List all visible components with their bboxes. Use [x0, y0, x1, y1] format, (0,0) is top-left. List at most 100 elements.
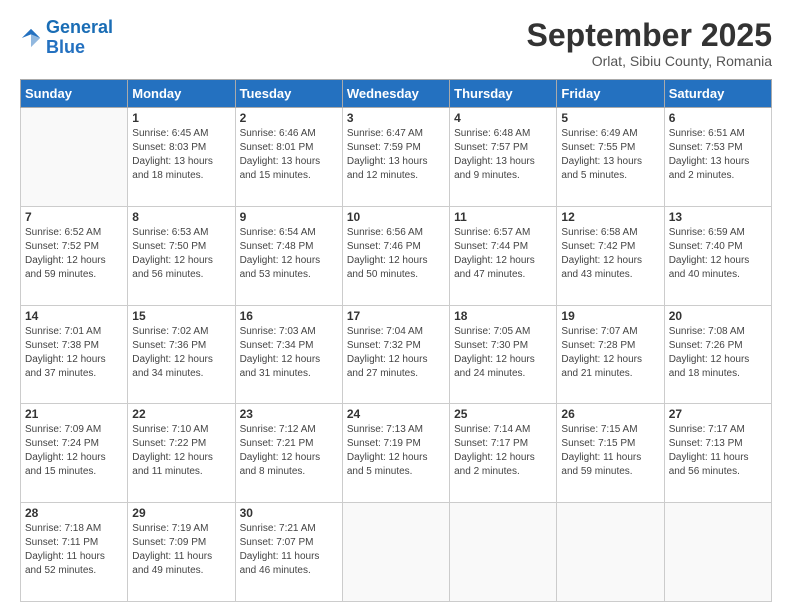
calendar-week-row: 28Sunrise: 7:18 AMSunset: 7:11 PMDayligh…	[21, 503, 772, 602]
calendar-week-row: 1 Sunrise: 6:45 AMSunset: 8:03 PMDaylight…	[21, 108, 772, 207]
calendar-cell: 12Sunrise: 6:58 AMSunset: 7:42 PMDayligh…	[557, 206, 664, 305]
calendar-cell: 7Sunrise: 6:52 AMSunset: 7:52 PMDaylight…	[21, 206, 128, 305]
calendar-cell: 15 Sunrise: 7:02 AMSunset: 7:36 PMDayligh…	[128, 305, 235, 404]
day-info: Sunrise: 6:46 AMSunset: 8:01 PMDaylight:…	[240, 127, 338, 183]
day-number: 23	[240, 407, 338, 421]
day-number: 4	[454, 111, 552, 125]
calendar-cell: 19 Sunrise: 7:07 AMSunset: 7:28 PMDayligh…	[557, 305, 664, 404]
calendar-cell: 4Sunrise: 6:48 AMSunset: 7:57 PMDaylight…	[450, 108, 557, 207]
header: General Blue September 2025 Orlat, Sibiu…	[20, 18, 772, 69]
calendar-cell: 23 Sunrise: 7:12 AMSunset: 7:21 PMDayligh…	[235, 404, 342, 503]
title-block: September 2025 Orlat, Sibiu County, Roma…	[527, 18, 772, 69]
day-info: Sunrise: 7:01 AMSunset: 7:38 PMDaylight:…	[25, 325, 123, 381]
calendar-cell: 21 Sunrise: 7:09 AMSunset: 7:24 PMDayligh…	[21, 404, 128, 503]
day-number: 2	[240, 111, 338, 125]
logo-icon	[20, 27, 42, 49]
day-number: 24	[347, 407, 445, 421]
day-number: 22	[132, 407, 230, 421]
day-info: Sunrise: 7:15 AMSunset: 7:15 PMDaylight:…	[561, 423, 659, 479]
calendar-cell: 8 Sunrise: 6:53 AMSunset: 7:50 PMDaylight…	[128, 206, 235, 305]
day-number: 20	[669, 309, 767, 323]
day-number: 19	[561, 309, 659, 323]
calendar-cell: 28Sunrise: 7:18 AMSunset: 7:11 PMDayligh…	[21, 503, 128, 602]
day-number: 26	[561, 407, 659, 421]
month-title: September 2025	[527, 18, 772, 53]
logo-line2: Blue	[46, 37, 85, 57]
weekday-header-thursday: Thursday	[450, 80, 557, 108]
logo: General Blue	[20, 18, 113, 58]
day-info: Sunrise: 6:45 AMSunset: 8:03 PMDaylight:…	[132, 127, 230, 183]
day-info: Sunrise: 7:04 AMSunset: 7:32 PMDaylight:…	[347, 325, 445, 381]
calendar-cell: 20Sunrise: 7:08 AMSunset: 7:26 PMDayligh…	[664, 305, 771, 404]
calendar-cell: 27 Sunrise: 7:17 AMSunset: 7:13 PMDayligh…	[664, 404, 771, 503]
day-info: Sunrise: 6:53 AMSunset: 7:50 PMDaylight:…	[132, 226, 230, 282]
calendar-cell: 24 Sunrise: 7:13 AMSunset: 7:19 PMDayligh…	[342, 404, 449, 503]
weekday-header-wednesday: Wednesday	[342, 80, 449, 108]
day-info: Sunrise: 7:09 AMSunset: 7:24 PMDaylight:…	[25, 423, 123, 479]
calendar-cell: 2 Sunrise: 6:46 AMSunset: 8:01 PMDaylight…	[235, 108, 342, 207]
day-number: 18	[454, 309, 552, 323]
weekday-header-saturday: Saturday	[664, 80, 771, 108]
calendar-cell: 17 Sunrise: 7:04 AMSunset: 7:32 PMDayligh…	[342, 305, 449, 404]
day-info: Sunrise: 7:05 AMSunset: 7:30 PMDaylight:…	[454, 325, 552, 381]
day-number: 11	[454, 210, 552, 224]
calendar-cell: 26 Sunrise: 7:15 AMSunset: 7:15 PMDayligh…	[557, 404, 664, 503]
calendar-cell: 25 Sunrise: 7:14 AMSunset: 7:17 PMDayligh…	[450, 404, 557, 503]
calendar-week-row: 21 Sunrise: 7:09 AMSunset: 7:24 PMDayligh…	[21, 404, 772, 503]
day-info: Sunrise: 6:47 AMSunset: 7:59 PMDaylight:…	[347, 127, 445, 183]
calendar-cell: 14 Sunrise: 7:01 AMSunset: 7:38 PMDayligh…	[21, 305, 128, 404]
day-info: Sunrise: 6:56 AMSunset: 7:46 PMDaylight:…	[347, 226, 445, 282]
day-info: Sunrise: 6:49 AMSunset: 7:55 PMDaylight:…	[561, 127, 659, 183]
day-number: 17	[347, 309, 445, 323]
day-number: 8	[132, 210, 230, 224]
weekday-header-sunday: Sunday	[21, 80, 128, 108]
day-info: Sunrise: 6:52 AMSunset: 7:52 PMDaylight:…	[25, 226, 123, 282]
day-info: Sunrise: 7:17 AMSunset: 7:13 PMDaylight:…	[669, 423, 767, 479]
day-info: Sunrise: 6:59 AMSunset: 7:40 PMDaylight:…	[669, 226, 767, 282]
day-number: 14	[25, 309, 123, 323]
page: General Blue September 2025 Orlat, Sibiu…	[0, 0, 792, 612]
calendar-cell: 9Sunrise: 6:54 AMSunset: 7:48 PMDaylight…	[235, 206, 342, 305]
calendar-cell: 11 Sunrise: 6:57 AMSunset: 7:44 PMDayligh…	[450, 206, 557, 305]
day-number: 25	[454, 407, 552, 421]
logo-text: General Blue	[46, 18, 113, 58]
calendar-week-row: 7Sunrise: 6:52 AMSunset: 7:52 PMDaylight…	[21, 206, 772, 305]
calendar-cell	[664, 503, 771, 602]
calendar-table: SundayMondayTuesdayWednesdayThursdayFrid…	[20, 79, 772, 602]
day-number: 13	[669, 210, 767, 224]
calendar-week-row: 14 Sunrise: 7:01 AMSunset: 7:38 PMDayligh…	[21, 305, 772, 404]
day-number: 6	[669, 111, 767, 125]
day-number: 15	[132, 309, 230, 323]
calendar-cell: 29 Sunrise: 7:19 AMSunset: 7:09 PMDayligh…	[128, 503, 235, 602]
day-number: 1	[132, 111, 230, 125]
weekday-header-tuesday: Tuesday	[235, 80, 342, 108]
calendar-cell: 22 Sunrise: 7:10 AMSunset: 7:22 PMDayligh…	[128, 404, 235, 503]
day-number: 28	[25, 506, 123, 520]
day-number: 21	[25, 407, 123, 421]
calendar-cell: 30Sunrise: 7:21 AMSunset: 7:07 PMDayligh…	[235, 503, 342, 602]
day-number: 3	[347, 111, 445, 125]
day-info: Sunrise: 7:12 AMSunset: 7:21 PMDaylight:…	[240, 423, 338, 479]
day-info: Sunrise: 7:10 AMSunset: 7:22 PMDaylight:…	[132, 423, 230, 479]
calendar-cell: 18 Sunrise: 7:05 AMSunset: 7:30 PMDayligh…	[450, 305, 557, 404]
day-info: Sunrise: 6:57 AMSunset: 7:44 PMDaylight:…	[454, 226, 552, 282]
day-number: 29	[132, 506, 230, 520]
day-number: 16	[240, 309, 338, 323]
day-info: Sunrise: 7:07 AMSunset: 7:28 PMDaylight:…	[561, 325, 659, 381]
calendar-cell	[450, 503, 557, 602]
location-subtitle: Orlat, Sibiu County, Romania	[527, 53, 772, 69]
day-number: 9	[240, 210, 338, 224]
day-number: 10	[347, 210, 445, 224]
day-info: Sunrise: 7:14 AMSunset: 7:17 PMDaylight:…	[454, 423, 552, 479]
day-number: 27	[669, 407, 767, 421]
day-info: Sunrise: 7:19 AMSunset: 7:09 PMDaylight:…	[132, 522, 230, 578]
day-number: 30	[240, 506, 338, 520]
day-number: 5	[561, 111, 659, 125]
day-info: Sunrise: 7:03 AMSunset: 7:34 PMDaylight:…	[240, 325, 338, 381]
day-info: Sunrise: 6:58 AMSunset: 7:42 PMDaylight:…	[561, 226, 659, 282]
calendar-cell	[557, 503, 664, 602]
day-info: Sunrise: 7:02 AMSunset: 7:36 PMDaylight:…	[132, 325, 230, 381]
day-info: Sunrise: 7:13 AMSunset: 7:19 PMDaylight:…	[347, 423, 445, 479]
logo-line1: General	[46, 17, 113, 37]
calendar-cell: 1 Sunrise: 6:45 AMSunset: 8:03 PMDaylight…	[128, 108, 235, 207]
